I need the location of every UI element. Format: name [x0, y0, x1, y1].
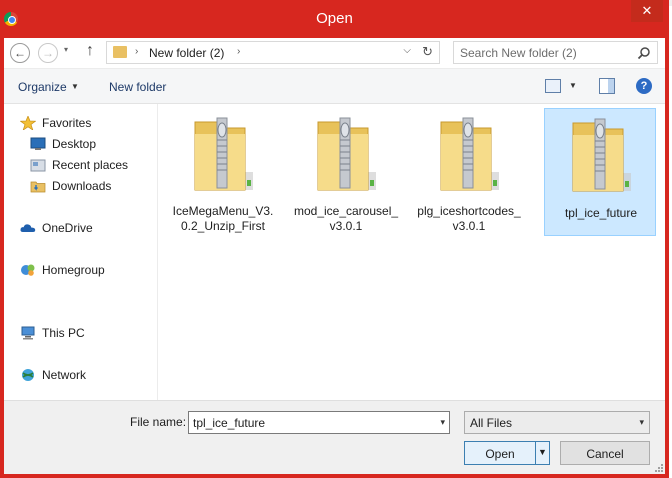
help-icon[interactable]: ? — [636, 78, 652, 94]
open-button[interactable]: Open ▼ — [464, 441, 550, 465]
sidebar-item-label: This PC — [42, 326, 85, 340]
open-button-label: Open — [485, 447, 515, 461]
file-list: IceMegaMenu_V3.0.2_Unzip_First mod_ice_c… — [159, 104, 665, 400]
desktop-icon — [30, 137, 46, 150]
up-arrow-icon[interactable]: ↑ — [86, 42, 94, 60]
dialog-title: Open — [316, 10, 353, 27]
forward-arrow-icon[interactable]: → — [38, 43, 58, 63]
organize-caret-icon[interactable]: ▼ — [71, 82, 79, 91]
resize-grip-icon[interactable] — [653, 462, 663, 472]
file-name: plg_iceshortcodes_v3.0.1 — [417, 204, 521, 233]
back-arrow-icon[interactable]: ← — [10, 43, 30, 63]
zip-folder-icon — [194, 117, 253, 191]
zip-folder-icon — [317, 117, 376, 191]
title-bar: Open ✕ — [0, 0, 669, 38]
folder-icon — [113, 46, 127, 58]
file-item-selected[interactable]: tpl_ice_future — [544, 108, 656, 236]
address-dropdown-icon[interactable]: ⌵ — [403, 45, 411, 56]
open-options-dropdown[interactable]: ▼ — [535, 442, 549, 464]
dialog-footer: File name: ▾ All Files ▾ Open ▼ Cancel — [4, 400, 665, 474]
recent-locations-dropdown[interactable]: ▾ — [64, 45, 68, 54]
breadcrumb-chevron-icon[interactable]: › — [135, 46, 138, 57]
file-name-input[interactable] — [193, 415, 423, 431]
cancel-button-label: Cancel — [586, 447, 624, 461]
star-icon — [20, 116, 36, 130]
file-name: IceMegaMenu_V3.0.2_Unzip_First — [172, 204, 274, 233]
computer-icon — [21, 326, 35, 340]
file-name-label: File name: — [130, 415, 187, 429]
file-name: tpl_ice_future — [564, 206, 638, 220]
file-type-select[interactable]: All Files ▾ — [464, 411, 650, 434]
sidebar-item-label: Desktop — [52, 137, 97, 151]
cancel-button[interactable]: Cancel — [560, 441, 650, 465]
refresh-icon[interactable]: ↻ — [422, 44, 433, 60]
file-type-value: All Files — [470, 416, 513, 430]
address-bar[interactable]: › New folder (2) › ⌵ ↻ — [106, 41, 440, 64]
network-icon — [22, 369, 34, 381]
change-view-icon[interactable] — [545, 79, 561, 93]
cloud-icon — [20, 224, 36, 232]
file-item[interactable]: mod_ice_carousel_v3.0.1 — [290, 108, 402, 236]
sidebar-item-label: Downloads — [52, 179, 112, 193]
chevron-down-icon[interactable]: ▾ — [639, 417, 644, 428]
file-name: mod_ice_carousel_v3.0.1 — [293, 204, 399, 233]
homegroup-icon — [21, 264, 35, 276]
breadcrumb-chevron-icon[interactable]: › — [237, 46, 240, 57]
organize-button[interactable]: Organize — [18, 80, 67, 94]
dialog-client-area: ← → ▾ ↑ › New folder (2) › ⌵ ↻ Organi — [4, 38, 665, 474]
new-folder-button[interactable]: New folder — [109, 80, 166, 94]
chevron-down-icon[interactable]: ▾ — [440, 417, 445, 428]
sidebar-item-label: Recent places — [52, 158, 129, 172]
breadcrumb-current-folder[interactable]: New folder (2) — [149, 46, 224, 60]
search-box[interactable] — [453, 41, 658, 64]
file-item[interactable]: plg_iceshortcodes_v3.0.1 — [413, 108, 525, 236]
view-options-caret-icon[interactable]: ▼ — [569, 81, 577, 90]
downloads-icon — [30, 181, 46, 193]
file-name-combobox[interactable]: ▾ — [188, 411, 450, 434]
close-button[interactable]: ✕ — [631, 0, 663, 22]
recent-places-icon — [30, 159, 46, 172]
file-item[interactable]: IceMegaMenu_V3.0.2_Unzip_First — [167, 108, 279, 236]
sidebar-item-label: Favorites — [42, 116, 92, 130]
caret-down-icon: ▼ — [538, 447, 547, 457]
zip-folder-icon — [440, 117, 499, 191]
command-toolbar: Organize ▼ New folder ▼ ? — [4, 68, 665, 104]
sidebar-item-label: OneDrive — [42, 221, 93, 235]
sidebar-item-label: Homegroup — [42, 263, 105, 277]
zip-folder-icon — [572, 118, 631, 192]
search-input[interactable] — [460, 45, 630, 61]
navigation-pane: Favorites Desktop Recent places Download… — [4, 104, 158, 400]
address-row: ← → ▾ ↑ › New folder (2) › ⌵ ↻ — [4, 38, 665, 68]
preview-pane-icon[interactable] — [599, 78, 615, 94]
open-dialog: Open ✕ ← → ▾ ↑ › New folder (2) › ⌵ ↻ Se… — [0, 0, 669, 478]
search-icon[interactable] — [637, 46, 651, 60]
sidebar-item-label: Network — [42, 368, 87, 382]
